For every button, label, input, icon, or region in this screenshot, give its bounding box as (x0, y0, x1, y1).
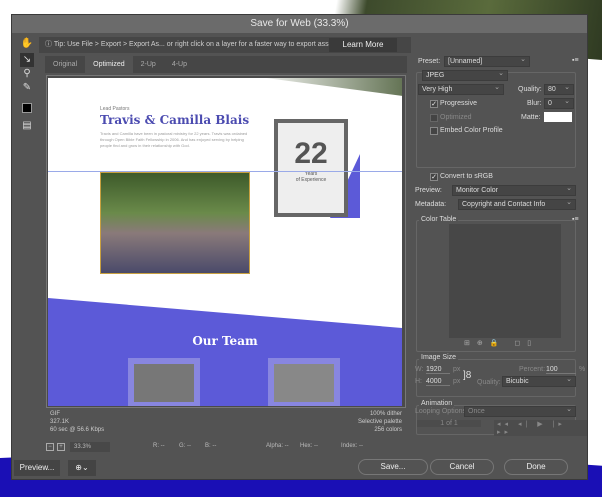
info-size: 327.1K (50, 419, 70, 425)
looping-label: Looping Options: (415, 408, 468, 415)
cancel-button[interactable]: Cancel (430, 459, 494, 475)
preset-select[interactable]: [Unnamed] (444, 55, 530, 67)
info-icon: ⓘ (45, 41, 54, 48)
looping-select[interactable]: Once (464, 405, 576, 417)
color-table[interactable] (449, 224, 561, 338)
convert-srgb-label: Convert to sRGB (440, 173, 493, 180)
green-readout: G: -- (179, 443, 191, 449)
info-download-time[interactable]: 60 sec @ 56.6 Kbps (50, 426, 402, 434)
percent-label: Percent: (519, 366, 546, 373)
save-for-web-dialog: Save for Web (33.3%) ✋ ↘ ⚲ ✎ ▤ ⓘ Tip: Us… (11, 14, 588, 480)
link-constrain-icon[interactable]: ]8 (463, 370, 471, 381)
tab-original[interactable]: Original (45, 56, 85, 73)
info-dither: 100% dither (369, 411, 402, 417)
animation-label: Animation (419, 400, 455, 407)
height-unit: px (453, 378, 461, 385)
dialog-title: Save for Web (33.3%) (12, 15, 587, 33)
done-button[interactable]: Done (504, 459, 568, 475)
percent-unit: % (579, 366, 586, 373)
frame-counter: 1 of 1 (417, 420, 481, 427)
percent-input[interactable]: 100 (546, 366, 576, 374)
preview-color-select[interactable]: Monitor Color (452, 184, 576, 196)
convert-srgb-checkbox[interactable]: ✓ (430, 173, 438, 181)
resample-quality-select[interactable]: Bicubic (502, 375, 576, 387)
animation-controls-icon[interactable]: ◂◂ ◂| ▶ |▸ ▸▸ (494, 420, 587, 436)
height-input[interactable]: 4000 (426, 378, 450, 386)
eyedropper-tool-icon[interactable]: ✎ (20, 81, 34, 95)
width-input[interactable]: 1920 (426, 366, 450, 374)
browser-preview-icon[interactable]: ⊕⌄ (68, 460, 96, 476)
color-swatch[interactable] (22, 103, 32, 113)
years-sub: of Experience (295, 177, 327, 183)
width-unit: px (453, 366, 461, 373)
save-button[interactable]: Save... (358, 459, 428, 475)
progressive-label: Progressive (440, 100, 477, 107)
optimized-checkbox[interactable] (430, 114, 438, 122)
preview-heading: Travis & Camilla Blais (100, 113, 250, 127)
preview-button[interactable]: Preview... (14, 460, 60, 476)
preview-image: Lead Pastors Travis & Camilla Blais Trav… (48, 78, 402, 406)
matte-color-swatch[interactable] (544, 112, 572, 122)
info-palette: Selective palette (357, 419, 402, 425)
matte-label: Matte: (521, 114, 541, 121)
quality-input[interactable]: 80 (544, 83, 574, 95)
preview-canvas[interactable]: Lead Pastors Travis & Camilla Blais Trav… (46, 75, 406, 408)
tab-4-up[interactable]: 4-Up (164, 56, 195, 73)
view-tabs: Original Optimized 2-Up 4-Up (45, 56, 407, 73)
family-photo (100, 172, 250, 274)
preset-label: Preset: (418, 58, 441, 65)
team-member-photo (268, 358, 340, 406)
red-readout: R: -- (153, 443, 165, 449)
learn-more-button[interactable]: Learn More (329, 38, 397, 52)
embed-color-profile-label: Embed Color Profile (440, 127, 503, 134)
preview-label: Preview: (415, 187, 442, 194)
tip-text: Tip: Use File > Export > Export As... or… (53, 41, 338, 48)
optimization-info: GIF 327.1K 60 sec @ 56.6 Kbps 100% dithe… (46, 408, 406, 434)
years-card: 22 Years of Experience (274, 119, 348, 217)
team-heading: Our Team (192, 334, 258, 348)
height-label: H: (415, 378, 422, 385)
quality-label: Quality: (518, 86, 542, 93)
blur-input[interactable]: 0 (544, 97, 574, 109)
slice-select-tool-icon[interactable]: ↘ (20, 53, 34, 67)
metadata-label: Metadata: (415, 201, 447, 208)
tab-2-up[interactable]: 2-Up (133, 56, 164, 73)
toggle-slices-icon[interactable]: ▤ (20, 119, 34, 133)
status-bar: − + 33.3% R: -- G: -- B: -- Alpha: -- He… (46, 442, 406, 455)
alpha-readout: Alpha: -- (266, 443, 289, 449)
header-photo (266, 78, 402, 98)
zoom-out-button[interactable]: − (46, 443, 54, 451)
color-table-actions-icon[interactable]: ⊞⊕🔒 ◻▯ (464, 339, 538, 347)
hand-tool-icon[interactable]: ✋ (20, 37, 34, 51)
index-readout: Index: -- (341, 443, 364, 449)
width-label: W: (415, 366, 424, 373)
optimized-label: Optimized (440, 114, 472, 121)
embed-color-profile-checkbox[interactable] (430, 127, 438, 135)
progressive-checkbox[interactable]: ✓ (430, 100, 438, 108)
tab-optimized[interactable]: Optimized (85, 56, 133, 73)
resample-quality-label: Quality: (477, 379, 501, 386)
tip-bar: ⓘ Tip: Use File > Export > Export As... … (39, 37, 411, 53)
preview-body: Travis and Camilla have been in pastoral… (100, 131, 248, 148)
zoom-tool-icon[interactable]: ⚲ (20, 67, 34, 81)
years-number: 22 (294, 137, 328, 170)
blur-label: Blur: (527, 100, 542, 107)
color-table-menu-icon[interactable]: ▪≡ (572, 216, 579, 223)
preview-subtitle: Lead Pastors (100, 106, 130, 112)
info-format: GIF (50, 411, 60, 417)
team-member-photo (128, 358, 200, 406)
hex-readout: Hex: -- (300, 443, 318, 449)
info-colors: 256 colors (374, 427, 402, 433)
zoom-in-button[interactable]: + (57, 443, 65, 451)
quality-preset-select[interactable]: Very High (418, 83, 504, 95)
color-table-label: Color Table (419, 216, 459, 223)
zoom-level-select[interactable]: 33.3% (70, 442, 110, 452)
metadata-select[interactable]: Copyright and Contact Info (458, 198, 576, 210)
blue-readout: B: -- (205, 443, 217, 449)
image-size-label: Image Size (419, 354, 459, 361)
panel-menu-icon[interactable]: ▪≡ (572, 57, 579, 64)
team-section (48, 298, 402, 406)
format-select[interactable]: JPEG (422, 69, 508, 81)
